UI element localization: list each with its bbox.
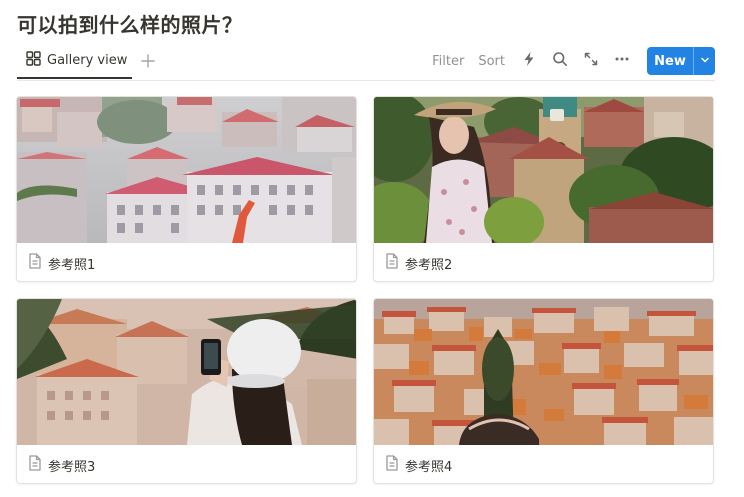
open-full-page-button[interactable] <box>581 51 601 71</box>
lightning-icon <box>522 51 536 71</box>
tab-gallery-label: Gallery view <box>47 53 128 68</box>
grid-icon <box>26 51 41 70</box>
card-title: 参考照3 <box>48 459 96 475</box>
page-icon <box>28 455 42 475</box>
add-view-button[interactable] <box>138 51 158 71</box>
tab-gallery-view[interactable]: Gallery view <box>17 44 132 79</box>
page-icon <box>385 455 399 475</box>
card-title: 参考照4 <box>405 459 453 475</box>
card-title: 参考照1 <box>48 257 96 273</box>
card-cover-image <box>374 97 713 243</box>
automation-button[interactable] <box>519 51 539 71</box>
new-dropdown-button[interactable] <box>694 54 715 69</box>
gallery-card[interactable]: 参考照4 <box>373 298 714 484</box>
more-options-button[interactable] <box>612 51 632 71</box>
page-title: 可以拍到什么样的照片？ <box>17 13 243 37</box>
new-button[interactable]: New <box>647 47 715 75</box>
card-caption: 参考照2 <box>374 243 713 281</box>
gallery-card[interactable]: 参考照3 <box>16 298 357 484</box>
search-button[interactable] <box>550 51 570 71</box>
card-cover-image <box>374 299 713 445</box>
card-cover-image <box>17 97 356 243</box>
card-caption: 参考照4 <box>374 445 713 483</box>
card-cover-image <box>17 299 356 445</box>
plus-icon <box>138 54 158 75</box>
more-icon <box>614 51 630 71</box>
sort-button[interactable]: Sort <box>478 54 505 69</box>
toolbar: Filter Sort New <box>432 47 715 75</box>
page-icon <box>385 253 399 273</box>
card-caption: 参考照3 <box>17 445 356 483</box>
view-tab-bar: Gallery view Filter Sort New <box>17 44 715 81</box>
page-icon <box>28 253 42 273</box>
search-icon <box>552 51 568 71</box>
chevron-down-icon <box>700 54 710 69</box>
expand-icon <box>583 51 599 71</box>
card-caption: 参考照1 <box>17 243 356 281</box>
new-button-label: New <box>654 53 686 69</box>
filter-button[interactable]: Filter <box>432 54 464 69</box>
gallery-card[interactable]: 参考照2 <box>373 96 714 282</box>
gallery-card[interactable]: 参考照1 <box>16 96 357 282</box>
card-title: 参考照2 <box>405 257 453 273</box>
